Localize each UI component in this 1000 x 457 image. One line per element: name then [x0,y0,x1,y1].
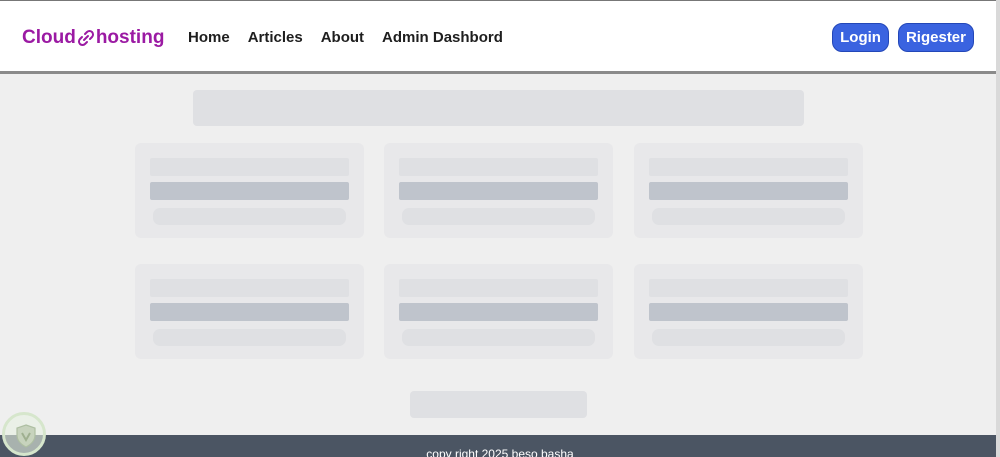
nav-about[interactable]: About [321,29,364,46]
skeleton-line [150,279,349,297]
window-edge [996,0,1000,457]
skeleton-line [649,182,848,200]
skeleton-line [399,303,598,321]
pagination-skeleton [410,391,587,418]
article-card-skeleton [384,143,613,238]
brand-name-prefix: Cloud [22,27,76,48]
skeleton-button [652,329,845,346]
article-card-skeleton [135,264,364,359]
skeleton-button [402,329,595,346]
skeleton-button [652,208,845,225]
article-card-skeleton [634,264,863,359]
login-button[interactable]: Login [832,23,889,52]
auth-buttons: Login Rigester [832,23,974,52]
link-icon [77,29,95,47]
navbar: Cloud hosting Home Articles About Admin … [0,0,1000,74]
nav-articles[interactable]: Articles [248,29,303,46]
skeleton-line [399,158,598,176]
article-card-skeleton [135,143,364,238]
skeleton-button [402,208,595,225]
brand-logo[interactable]: Cloud hosting [22,27,164,49]
skeleton-line [150,158,349,176]
shield-icon [16,424,36,448]
skeleton-line [399,182,598,200]
skeleton-line [649,303,848,321]
skeleton-button [153,208,346,225]
article-card-skeleton [634,143,863,238]
skeleton-line [399,279,598,297]
footer-text: copy right 2025 beso basha [426,447,574,457]
shield-badge[interactable] [2,412,46,456]
article-card-skeleton [384,264,613,359]
nav-admin-dashboard[interactable]: Admin Dashbord [382,29,503,46]
search-skeleton [193,90,804,126]
nav-home[interactable]: Home [188,29,230,46]
brand-name-suffix: hosting [95,27,165,48]
skeleton-line [649,279,848,297]
skeleton-line [150,182,349,200]
skeleton-line [150,303,349,321]
main-nav: Home Articles About Admin Dashbord [188,29,503,46]
register-button[interactable]: Rigester [897,23,974,52]
skeleton-button [153,329,346,346]
footer: copy right 2025 beso basha [0,435,1000,457]
skeleton-line [649,158,848,176]
